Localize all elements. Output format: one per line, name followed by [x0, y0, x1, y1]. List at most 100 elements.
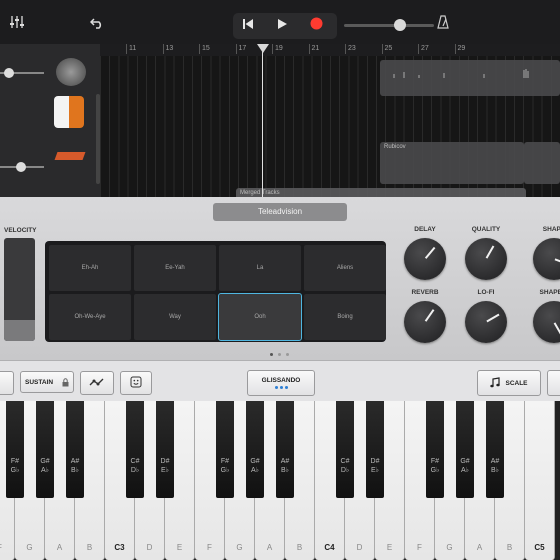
velocity-label: VELOCITY: [4, 227, 37, 234]
synth-track-icon[interactable]: [54, 152, 86, 160]
key-label: D: [356, 543, 363, 552]
audio-region[interactable]: [380, 60, 560, 96]
master-volume-thumb[interactable]: [394, 19, 406, 31]
black-key[interactable]: C# D♭: [336, 401, 354, 498]
key-label: A# B♭: [486, 457, 504, 475]
ruler-tick: 15: [199, 44, 210, 54]
knob-label: DELAY: [414, 226, 436, 233]
voice-pad[interactable]: Way: [134, 294, 216, 340]
flat-name: A♭: [461, 467, 469, 474]
arpeggiator-button[interactable]: [80, 371, 114, 395]
sharp-name: F#: [430, 458, 440, 465]
key-label: A: [476, 543, 483, 552]
knob-indicator: [553, 322, 560, 336]
voice-pad[interactable]: Boing: [304, 294, 386, 340]
key-label: E: [386, 543, 393, 552]
black-key[interactable]: F# G♭: [6, 401, 24, 498]
sharp-name: D#: [160, 458, 170, 465]
key-label: C5: [534, 543, 545, 552]
key-label: F: [0, 543, 14, 552]
key-label: F# G♭: [6, 457, 24, 475]
voice-pad[interactable]: Ee-Yah: [134, 245, 216, 291]
play-button[interactable]: [271, 16, 293, 36]
white-key[interactable]: C5: [525, 401, 555, 560]
track-volume-thumb[interactable]: [16, 162, 26, 172]
sharp-name: D#: [370, 458, 380, 465]
black-key[interactable]: D# E♭: [156, 401, 174, 498]
master-volume-slider[interactable]: [344, 24, 434, 27]
sustain-label: SUSTAIN: [25, 378, 54, 386]
smiley-icon: [130, 376, 142, 390]
sharp-name: G#: [460, 458, 470, 465]
voice-pad[interactable]: Oh-We-Aye: [49, 294, 131, 340]
knob[interactable]: [465, 301, 507, 343]
black-key[interactable]: G# A♭: [246, 401, 264, 498]
flat-name: D♭: [130, 467, 140, 474]
flat-name: E♭: [161, 467, 169, 474]
control-strip-button[interactable]: [0, 371, 14, 395]
timeline-ruler[interactable]: 11 13 15 17 19 21 23 25 27 29: [100, 44, 560, 56]
key-label: A: [56, 543, 63, 552]
track-volume-thumb[interactable]: [4, 68, 14, 78]
flat-name: A♭: [251, 467, 259, 474]
black-key[interactable]: F# G♭: [426, 401, 444, 498]
voice-pad[interactable]: La: [219, 245, 301, 291]
sharp-name: A#: [70, 458, 80, 465]
voice-pad[interactable]: Ooh: [218, 293, 302, 341]
midi-region[interactable]: [524, 142, 560, 184]
ruler-tick: 19: [272, 44, 283, 54]
undo-button[interactable]: [86, 14, 108, 34]
knob[interactable]: [404, 301, 446, 343]
keyboard-layout-button[interactable]: [547, 370, 560, 396]
knob[interactable]: [465, 238, 507, 280]
page-dot[interactable]: [278, 353, 281, 356]
key-label: C3: [114, 543, 125, 552]
key-label: A# B♭: [276, 457, 294, 475]
voice-pad[interactable]: Eh-Ah: [49, 245, 131, 291]
black-key[interactable]: A# B♭: [276, 401, 294, 498]
knob-indicator: [554, 258, 560, 266]
ruler-tick: 21: [308, 44, 319, 54]
black-key[interactable]: G# A♭: [456, 401, 474, 498]
key-label: C4: [324, 543, 335, 552]
black-key[interactable]: C# D♭: [126, 401, 144, 498]
record-button[interactable]: [305, 16, 327, 36]
track-lanes: Rubicov Merged Tracks: [100, 56, 560, 200]
rewind-button[interactable]: [237, 16, 259, 36]
knob[interactable]: [404, 238, 446, 280]
voice-pads: Eh-Ah Ee-Yah La Aliens Oh-We-Aye Way Ooh Boing: [45, 241, 386, 342]
flat-name: G♭: [220, 467, 230, 474]
sharp-name: F#: [10, 458, 20, 465]
midi-region[interactable]: Rubicov: [380, 142, 524, 184]
sustain-button[interactable]: SUSTAIN: [20, 371, 74, 393]
black-key[interactable]: D# E♭: [366, 401, 384, 498]
top-toolbar: [0, 0, 560, 44]
smart-controls-button[interactable]: [120, 371, 152, 395]
scale-button[interactable]: SCALE: [477, 370, 541, 396]
sharp-name: C#: [340, 458, 350, 465]
key-label: B: [506, 543, 513, 552]
page-dot[interactable]: [286, 353, 289, 356]
transport-controls: [233, 13, 337, 39]
black-key[interactable]: G# A♭: [36, 401, 54, 498]
page-dot[interactable]: [270, 353, 273, 356]
black-key[interactable]: A# B♭: [66, 401, 84, 498]
playhead[interactable]: [262, 44, 263, 197]
key-label: E: [176, 543, 183, 552]
mixer-button[interactable]: [6, 14, 28, 34]
scale-label: SCALE: [505, 379, 528, 387]
black-key[interactable]: F# G♭: [216, 401, 234, 498]
playhead-handle[interactable]: [257, 44, 269, 53]
instrument-icon[interactable]: [56, 58, 86, 86]
patch-name[interactable]: Teleadvision: [213, 203, 347, 221]
velocity-fill: [4, 320, 35, 341]
ruler-tick: 25: [381, 44, 392, 54]
glissando-button[interactable]: GLISSANDO: [247, 370, 315, 396]
key-label: F: [417, 543, 422, 552]
keyboard-track-icon[interactable]: [54, 96, 84, 128]
undo-icon: [89, 15, 104, 34]
key-label: B: [86, 543, 93, 552]
black-key[interactable]: A# B♭: [486, 401, 504, 498]
metronome-button[interactable]: [432, 14, 454, 34]
voice-pad[interactable]: Aliens: [304, 245, 386, 291]
